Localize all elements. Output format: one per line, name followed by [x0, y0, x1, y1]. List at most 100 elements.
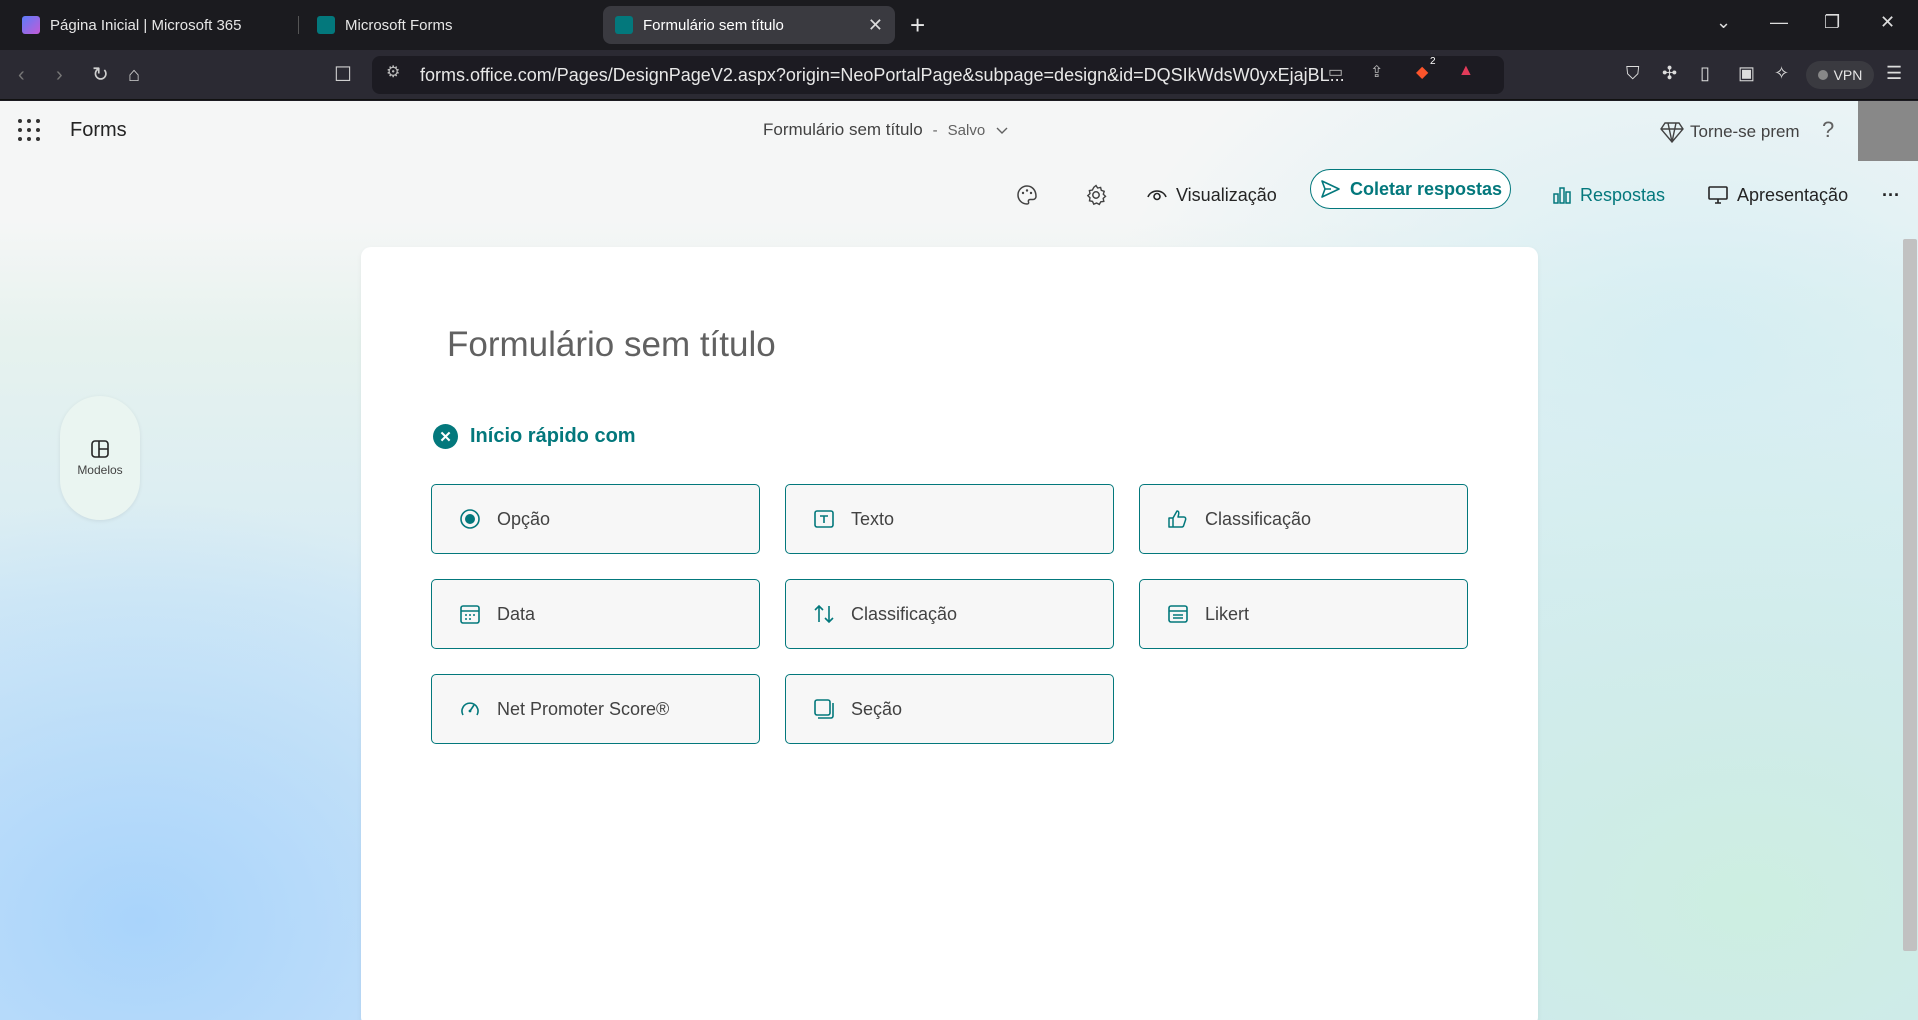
back-icon[interactable]: ‹: [18, 63, 25, 87]
option-label: Texto: [851, 508, 895, 529]
tab-title: Formulário sem título: [643, 16, 784, 34]
close-window-button[interactable]: ✕: [1880, 12, 1895, 33]
likert-grid-icon: [1168, 605, 1188, 623]
extensions-icon[interactable]: ✣: [1662, 63, 1677, 84]
templates-label: Modelos: [77, 463, 123, 477]
monitor-icon: [1708, 186, 1728, 204]
browser-toolbar: ‹ › ↻ ⌂ ☐ forms.office.com/Pages/DesignP…: [0, 50, 1918, 100]
tab-list-chevron-icon[interactable]: ⌄: [1716, 12, 1731, 33]
scrollbar-thumb[interactable]: [1903, 239, 1917, 951]
bitwarden-icon[interactable]: ⛉: [1626, 63, 1640, 84]
option-label: Classificação: [1205, 508, 1312, 529]
tab-title: Página Inicial | Microsoft 365: [50, 16, 242, 34]
bar-chart-icon: [1553, 187, 1571, 204]
sort-arrows-icon: [814, 604, 834, 624]
option-label: Net Promoter Score®: [497, 698, 670, 719]
page-scrollbar[interactable]: [1900, 221, 1918, 1020]
cast-icon[interactable]: ▭: [1328, 62, 1343, 82]
app-name[interactable]: Forms: [70, 119, 127, 142]
site-settings-icon[interactable]: ⚙: [386, 62, 400, 82]
option-label: Classificação: [851, 603, 958, 624]
reload-icon[interactable]: ↻: [92, 63, 109, 87]
theme-button[interactable]: [1015, 175, 1039, 215]
presentation-button[interactable]: Apresentação: [1707, 175, 1848, 215]
browser-tab-strip: Página Inicial | Microsoft 365 Microsoft…: [0, 0, 1918, 50]
save-status: Salvo: [947, 121, 986, 139]
url-text: forms.office.com/Pages/DesignPageV2.aspx…: [420, 64, 1345, 85]
leo-ai-icon[interactable]: ✧: [1774, 63, 1789, 84]
option-date[interactable]: Data: [431, 579, 760, 649]
brave-shields-icon[interactable]: ◆: [1416, 62, 1428, 82]
thumb-icon: [1168, 510, 1187, 528]
shields-badge: 2: [1430, 56, 1436, 67]
go-premium-button[interactable]: Torne-se prem: [1660, 121, 1800, 143]
templates-button[interactable]: Modelos: [60, 396, 140, 520]
more-options-button[interactable]: ···: [1882, 175, 1900, 215]
new-tab-button[interactable]: +: [910, 10, 925, 40]
option-rating[interactable]: Classificação: [1139, 484, 1468, 554]
quick-start-header: ✕ Início rápido com: [433, 424, 636, 449]
forward-icon[interactable]: ›: [56, 63, 63, 87]
app-header: Forms Formulário sem título - Salvo Torn…: [0, 101, 1918, 161]
tab-microsoft-forms[interactable]: Microsoft Forms: [305, 6, 595, 44]
premium-label: Torne-se prem: [1690, 122, 1800, 141]
settings-button[interactable]: [1084, 175, 1108, 215]
document-title[interactable]: Formulário sem título - Salvo: [763, 120, 1009, 140]
tab-title: Microsoft Forms: [345, 16, 453, 34]
tab-untitled-form[interactable]: Formulário sem título ✕: [603, 6, 895, 44]
preview-button[interactable]: Visualização: [1146, 175, 1277, 215]
vpn-status-icon: [1817, 70, 1828, 80]
responses-label: Respostas: [1580, 184, 1666, 205]
option-ranking[interactable]: Classificação: [785, 579, 1114, 649]
eye-icon: [1147, 190, 1167, 201]
sidebar-toggle-icon[interactable]: ▯: [1700, 63, 1710, 84]
help-button[interactable]: ?: [1822, 117, 1834, 143]
copilot-icon: [22, 16, 40, 34]
option-nps[interactable]: Net Promoter Score®: [431, 674, 760, 744]
tab-microsoft-365[interactable]: Página Inicial | Microsoft 365: [10, 6, 290, 44]
restore-button[interactable]: ❐: [1824, 12, 1840, 33]
templates-icon: [91, 440, 109, 458]
form-card: Formulário sem título ✕ Início rápido co…: [361, 247, 1538, 1020]
gear-icon: [1086, 184, 1107, 206]
minimize-button[interactable]: —: [1770, 12, 1788, 33]
forms-icon: [317, 16, 335, 34]
forms-page: Forms Formulário sem título - Salvo Torn…: [0, 101, 1918, 1020]
form-toolbar: Visualização Respostas Apresentação ···: [0, 161, 1918, 221]
collect-responses-button[interactable]: Coletar respostas: [1310, 169, 1511, 209]
option-choice[interactable]: Opção: [431, 484, 760, 554]
radio-icon: [460, 509, 480, 529]
form-title[interactable]: Formulário sem título: [447, 325, 776, 365]
share-icon[interactable]: ⇪: [1370, 62, 1383, 82]
gauge-icon: [461, 702, 479, 716]
wallet-icon[interactable]: ▣: [1738, 63, 1755, 84]
responses-button[interactable]: Respostas: [1552, 175, 1665, 215]
palette-icon: [1017, 185, 1037, 205]
bookmark-icon[interactable]: ☐: [334, 63, 352, 87]
option-text[interactable]: Texto: [785, 484, 1114, 554]
calendar-icon: [460, 605, 480, 624]
menu-icon[interactable]: ☰: [1886, 63, 1902, 84]
option-label: Opção: [497, 508, 551, 529]
vpn-label: VPN: [1833, 67, 1863, 83]
account-avatar[interactable]: [1858, 101, 1918, 161]
presentation-label: Apresentação: [1737, 184, 1849, 205]
diamond-icon: [1660, 122, 1684, 143]
option-label: Likert: [1205, 603, 1250, 624]
option-label: Data: [497, 603, 536, 624]
app-launcher-icon[interactable]: [18, 119, 40, 141]
close-quick-start-icon[interactable]: ✕: [433, 424, 458, 449]
chevron-down-icon: [996, 127, 1008, 134]
home-icon[interactable]: ⌂: [128, 63, 140, 87]
close-tab-icon[interactable]: ✕: [868, 15, 883, 36]
brave-rewards-icon[interactable]: ▲: [1458, 62, 1474, 80]
option-section[interactable]: Seção: [785, 674, 1114, 744]
tab-divider: [298, 16, 299, 34]
collect-label: Coletar respostas: [1349, 178, 1503, 199]
quick-start-label: Início rápido com: [470, 425, 636, 447]
vpn-button[interactable]: VPN: [1806, 61, 1874, 89]
forms-icon: [615, 16, 633, 34]
section-icon: [814, 699, 834, 719]
option-label: Seção: [851, 698, 903, 719]
option-likert[interactable]: Likert: [1139, 579, 1468, 649]
